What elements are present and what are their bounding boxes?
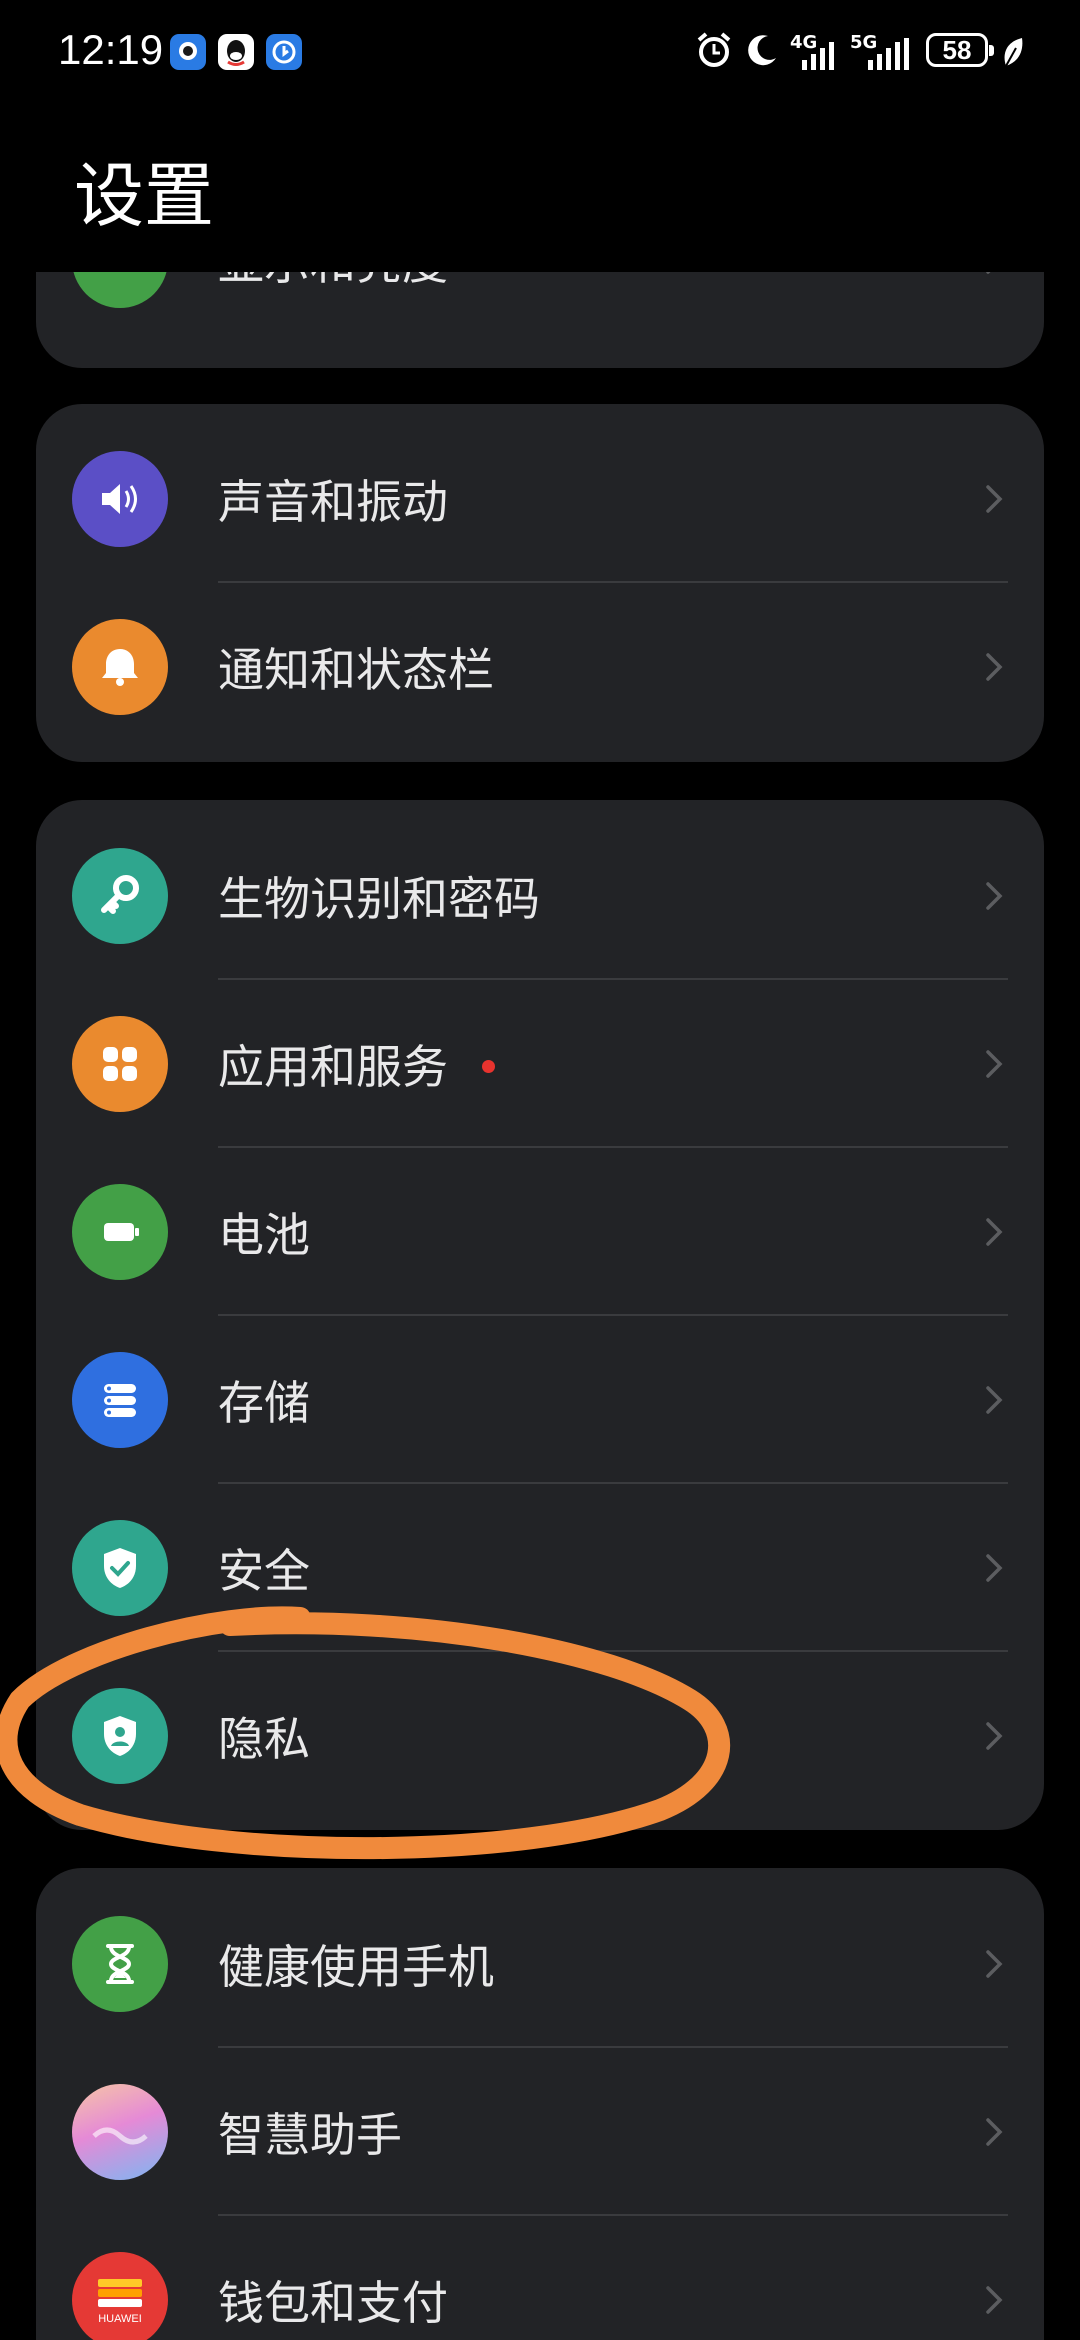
settings-item-security[interactable]: 安全 <box>36 1484 1044 1652</box>
settings-item-digital-balance[interactable]: 健康使用手机 <box>36 1880 1044 2048</box>
chevron-right-icon <box>986 653 1003 681</box>
settings-list[interactable]: 显示和亮度 声音和振动 通知和状态栏 生物识别和密码 <box>0 272 1080 2340</box>
chevron-right-icon <box>986 1050 1003 1078</box>
chevron-right-icon <box>986 2118 1003 2146</box>
settings-item-assistant[interactable]: 智慧助手 <box>36 2048 1044 2216</box>
settings-item-label: 显示和亮度 <box>218 272 448 293</box>
chevron-right-icon <box>986 1386 1003 1414</box>
settings-item-display[interactable]: 显示和亮度 <box>36 272 1044 344</box>
chevron-right-icon <box>986 272 991 274</box>
settings-card-wellbeing: 健康使用手机 智慧助手 HUAWEI 钱包和支付 <box>36 1868 1044 2340</box>
chevron-right-icon <box>986 1722 1003 1750</box>
signal-icon <box>802 42 834 70</box>
assistant-icon <box>72 2084 168 2180</box>
storage-icon <box>72 1352 168 1448</box>
settings-item-apps[interactable]: 应用和服务 <box>36 980 1044 1148</box>
bell-icon <box>72 619 168 715</box>
settings-item-label: 钱包和支付 <box>218 2276 448 2330</box>
settings-item-label: 通知和状态栏 <box>218 643 494 697</box>
settings-item-label: 存储 <box>218 1376 310 1430</box>
unread-badge <box>482 1060 495 1073</box>
key-icon <box>72 848 168 944</box>
privacy-shield-icon <box>72 1688 168 1784</box>
settings-item-label: 隐私 <box>218 1712 310 1766</box>
shield-check-icon <box>72 1520 168 1616</box>
chevron-right-icon <box>986 1950 1003 1978</box>
wallet-icon-brand: HUAWEI <box>98 2313 142 2325</box>
page-title: 设置 <box>74 155 214 237</box>
status-bar: 12:19 4G 5G 58 <box>0 0 1080 110</box>
settings-item-privacy[interactable]: 隐私 <box>36 1652 1044 1820</box>
chevron-right-icon <box>986 1554 1003 1582</box>
alarm-icon <box>697 32 731 67</box>
settings-item-biometrics[interactable]: 生物识别和密码 <box>36 812 1044 980</box>
settings-item-label: 声音和振动 <box>218 475 448 529</box>
chevron-right-icon <box>986 485 1003 513</box>
settings-card-security: 生物识别和密码 应用和服务 电池 存储 安全 隐私 <box>36 800 1044 1830</box>
settings-card-sound: 声音和振动 通知和状态栏 <box>36 404 1044 762</box>
settings-item-label: 电池 <box>218 1208 310 1262</box>
settings-item-battery[interactable]: 电池 <box>36 1148 1044 1316</box>
settings-card-display: 显示和亮度 <box>36 272 1044 368</box>
apps-icon <box>72 1016 168 1112</box>
settings-item-label: 安全 <box>218 1544 310 1598</box>
display-icon <box>72 272 168 308</box>
settings-item-label: 应用和服务 <box>218 1031 495 1097</box>
moon-icon <box>748 35 776 66</box>
settings-item-label: 智慧助手 <box>218 2108 402 2162</box>
hourglass-icon <box>72 1916 168 2012</box>
chevron-right-icon <box>986 2286 1003 2314</box>
status-time: 12:19 <box>58 26 164 73</box>
notification-app-icon <box>170 34 206 70</box>
settings-item-notifications[interactable]: 通知和状态栏 <box>36 583 1044 751</box>
settings-item-label: 健康使用手机 <box>218 1940 494 1994</box>
chevron-right-icon <box>986 1218 1003 1246</box>
qq-icon <box>218 34 254 70</box>
chevron-right-icon <box>986 882 1003 910</box>
settings-item-wallet[interactable]: HUAWEI 钱包和支付 <box>36 2216 1044 2340</box>
notification-app-icon-2 <box>266 34 302 70</box>
speaker-icon <box>72 451 168 547</box>
signal-icon-2 <box>868 38 909 70</box>
wallet-icon: HUAWEI <box>72 2252 168 2340</box>
battery-icon <box>72 1184 168 1280</box>
settings-item-label: 生物识别和密码 <box>218 872 540 926</box>
settings-item-label-text: 应用和服务 <box>218 1040 448 1094</box>
settings-item-storage[interactable]: 存储 <box>36 1316 1044 1484</box>
leaf-icon <box>1004 38 1023 67</box>
battery-indicator: 58 <box>926 33 994 67</box>
settings-item-sound[interactable]: 声音和振动 <box>36 415 1044 583</box>
